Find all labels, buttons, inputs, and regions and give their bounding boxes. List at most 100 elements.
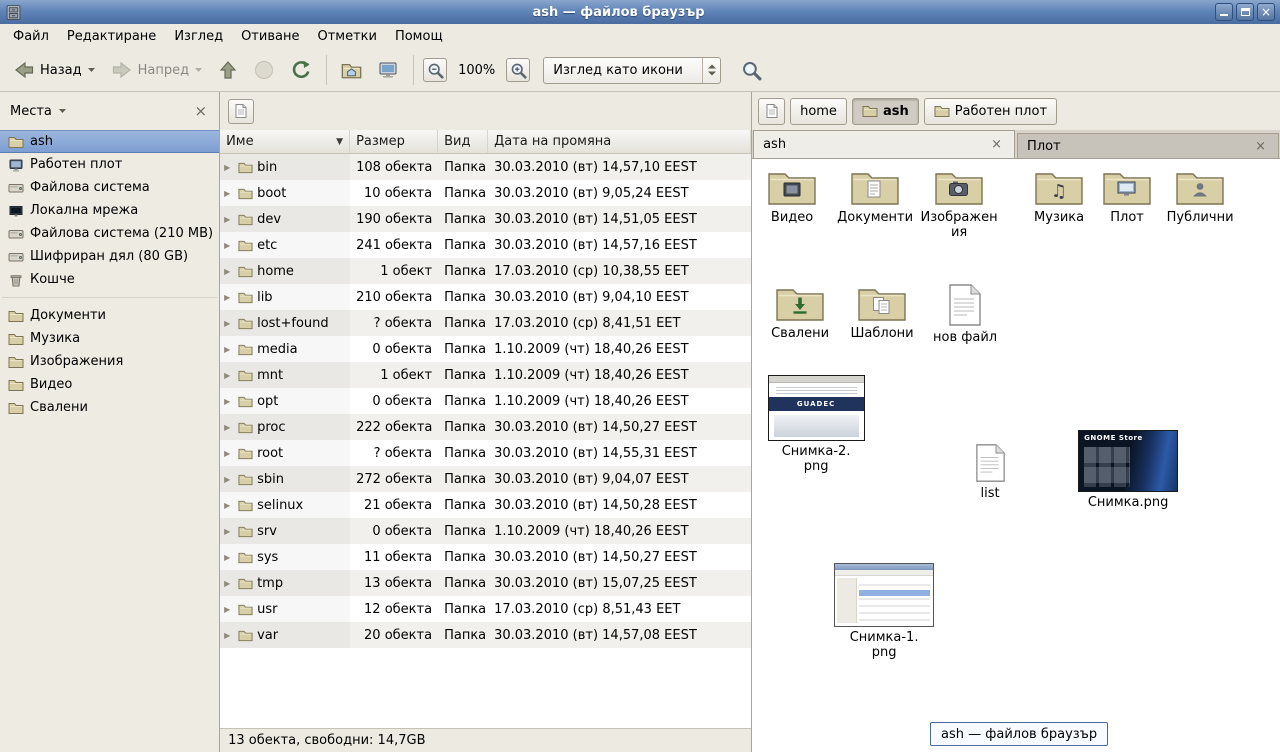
table-row-dev[interactable]: ▶dev190 обектаПапка30.03.2010 (вт) 14,51… (220, 206, 751, 232)
icon-item-snimka1[interactable]: Снимка-1. png (830, 563, 938, 660)
pathbar-button-ash[interactable]: ash (852, 98, 919, 125)
computer-button[interactable] (370, 53, 406, 87)
icon-item-video[interactable]: Видео (758, 167, 826, 225)
expander-icon[interactable]: ▶ (224, 501, 234, 510)
sidebar-close-button[interactable]: × (191, 102, 212, 120)
sidebar-item-trash[interactable]: Кошче (0, 268, 219, 291)
up-button[interactable] (211, 53, 245, 87)
table-row-sbin[interactable]: ▶sbin272 обектаПапка30.03.2010 (вт) 9,04… (220, 466, 751, 492)
home-icon (341, 60, 362, 81)
tab-desktop[interactable]: Плот× (1017, 133, 1279, 158)
menu-view[interactable]: Изглед (165, 25, 232, 48)
column-header-date[interactable]: Дата на промяна (488, 130, 751, 153)
stop-button[interactable] (246, 53, 282, 87)
expander-icon[interactable]: ▶ (224, 241, 234, 250)
icon-item-snimka2[interactable]: GUADECСнимка-2. png (764, 375, 868, 474)
home-button[interactable] (334, 54, 369, 87)
tab-close-icon[interactable]: × (988, 137, 1005, 152)
menu-edit[interactable]: Редактиране (58, 25, 165, 48)
icon-item-images[interactable]: Изображен ия (920, 167, 998, 240)
sidebar-item-filesystem[interactable]: Файлова система (0, 176, 219, 199)
expander-icon[interactable]: ▶ (224, 631, 234, 640)
table-row-lost+found[interactable]: ▶lost+found? обектаПапка17.03.2010 (ср) … (220, 310, 751, 336)
close-button[interactable]: × (1257, 3, 1275, 21)
sidebar-item-desktop[interactable]: Работен плот (0, 153, 219, 176)
tab-close-icon[interactable]: × (1252, 139, 1269, 154)
icon-item-list[interactable]: list (957, 443, 1023, 501)
table-row-srv[interactable]: ▶srv0 обектаПапка1.10.2009 (чт) 18,40,26… (220, 518, 751, 544)
back-button[interactable]: Назад (6, 54, 103, 86)
sidebar-item-network[interactable]: Локална мрежа (0, 199, 219, 222)
sidebar-item-downloads[interactable]: Свалени (0, 396, 219, 419)
icon-item-snimka[interactable]: GNOME StoreСнимка.png (1074, 430, 1182, 510)
expander-icon[interactable]: ▶ (224, 553, 234, 562)
menu-file[interactable]: Файл (4, 25, 58, 48)
expander-icon[interactable]: ▶ (224, 527, 234, 536)
cell-name: ▶home (220, 258, 350, 284)
zoom-in-button[interactable] (506, 58, 530, 82)
table-row-boot[interactable]: ▶boot10 обектаПапка30.03.2010 (вт) 9,05,… (220, 180, 751, 206)
expander-icon[interactable]: ▶ (224, 319, 234, 328)
table-row-opt[interactable]: ▶opt0 обектаПапка1.10.2009 (чт) 18,40,26… (220, 388, 751, 414)
sidebar-item-encrypted-80gb[interactable]: Шифриран дял (80 GB) (0, 245, 219, 268)
column-header-size[interactable]: Размер (350, 130, 438, 153)
expander-icon[interactable]: ▶ (224, 423, 234, 432)
zoom-out-button[interactable] (423, 58, 447, 82)
sidebar-item-filesystem-210mb[interactable]: Файлова система (210 MB) (0, 222, 219, 245)
expander-icon[interactable]: ▶ (224, 605, 234, 614)
table-row-proc[interactable]: ▶proc222 обектаПапка30.03.2010 (вт) 14,5… (220, 414, 751, 440)
expander-icon[interactable]: ▶ (224, 371, 234, 380)
pathbar-button-desktop[interactable]: Работен плот (924, 98, 1057, 125)
expander-icon[interactable]: ▶ (224, 215, 234, 224)
sidebar-pane-select[interactable]: Места (10, 104, 191, 119)
sidebar-item-ash[interactable]: ash (0, 130, 219, 153)
sidebar-item-pictures[interactable]: Изображения (0, 350, 219, 373)
icon-item-new-file[interactable]: нов файл (932, 283, 998, 345)
expander-icon[interactable]: ▶ (224, 579, 234, 588)
icon-item-desktop[interactable]: Плот (1096, 167, 1158, 225)
expander-icon[interactable]: ▶ (224, 449, 234, 458)
search-button[interactable] (734, 54, 769, 87)
pathbar-root-button[interactable] (758, 98, 785, 125)
table-row-selinux[interactable]: ▶selinux21 обектаПапка30.03.2010 (вт) 14… (220, 492, 751, 518)
table-row-mnt[interactable]: ▶mnt1 обектПапка1.10.2009 (чт) 18,40,26 … (220, 362, 751, 388)
forward-button[interactable]: Напред (104, 54, 210, 86)
table-row-sys[interactable]: ▶sys11 обектаПапка30.03.2010 (вт) 14,50,… (220, 544, 751, 570)
expander-icon[interactable]: ▶ (224, 397, 234, 406)
table-row-lib[interactable]: ▶lib210 обектаПапка30.03.2010 (вт) 9,04,… (220, 284, 751, 310)
reload-button[interactable] (283, 53, 319, 87)
table-row-etc[interactable]: ▶etc241 обектаПапка30.03.2010 (вт) 14,57… (220, 232, 751, 258)
pathbar-button-home[interactable]: home (790, 98, 847, 125)
table-row-root[interactable]: ▶root? обектаПапка30.03.2010 (вт) 14,55,… (220, 440, 751, 466)
maximize-button[interactable] (1236, 3, 1254, 21)
icon-item-downloads[interactable]: Свалени (764, 283, 836, 341)
location-button[interactable] (228, 99, 254, 124)
icon-item-templates[interactable]: Шаблони (846, 283, 918, 341)
menu-help[interactable]: Помощ (386, 25, 452, 48)
sidebar-item-documents[interactable]: Документи (0, 304, 219, 327)
column-header-kind[interactable]: Вид (438, 130, 488, 153)
table-row-tmp[interactable]: ▶tmp13 обектаПапка30.03.2010 (вт) 15,07,… (220, 570, 751, 596)
expander-icon[interactable]: ▶ (224, 345, 234, 354)
column-header-name[interactable]: Име ▼ (220, 130, 350, 153)
icon-item-documents[interactable]: Документи (832, 167, 918, 225)
table-row-var[interactable]: ▶var20 обектаПапка30.03.2010 (вт) 14,57,… (220, 622, 751, 648)
table-row-bin[interactable]: ▶bin108 обектаПапка30.03.2010 (вт) 14,57… (220, 154, 751, 180)
expander-icon[interactable]: ▶ (224, 267, 234, 276)
table-row-usr[interactable]: ▶usr12 обектаПапка17.03.2010 (ср) 8,51,4… (220, 596, 751, 622)
table-row-home[interactable]: ▶home1 обектПапка17.03.2010 (ср) 10,38,5… (220, 258, 751, 284)
menu-bookmarks[interactable]: Отметки (308, 25, 385, 48)
tab-ash[interactable]: ash× (753, 130, 1015, 158)
icon-item-public[interactable]: Публични (1163, 167, 1237, 225)
view-mode-select[interactable]: Изглед като икони (543, 57, 721, 84)
menu-go[interactable]: Отиване (232, 25, 308, 48)
expander-icon[interactable]: ▶ (224, 475, 234, 484)
icon-item-music[interactable]: ♫Музика (1023, 167, 1095, 225)
expander-icon[interactable]: ▶ (224, 189, 234, 198)
expander-icon[interactable]: ▶ (224, 163, 234, 172)
expander-icon[interactable]: ▶ (224, 293, 234, 302)
table-row-media[interactable]: ▶media0 обектаПапка1.10.2009 (чт) 18,40,… (220, 336, 751, 362)
minimize-button[interactable] (1215, 3, 1233, 21)
sidebar-item-videos[interactable]: Видео (0, 373, 219, 396)
sidebar-item-music[interactable]: Музика (0, 327, 219, 350)
